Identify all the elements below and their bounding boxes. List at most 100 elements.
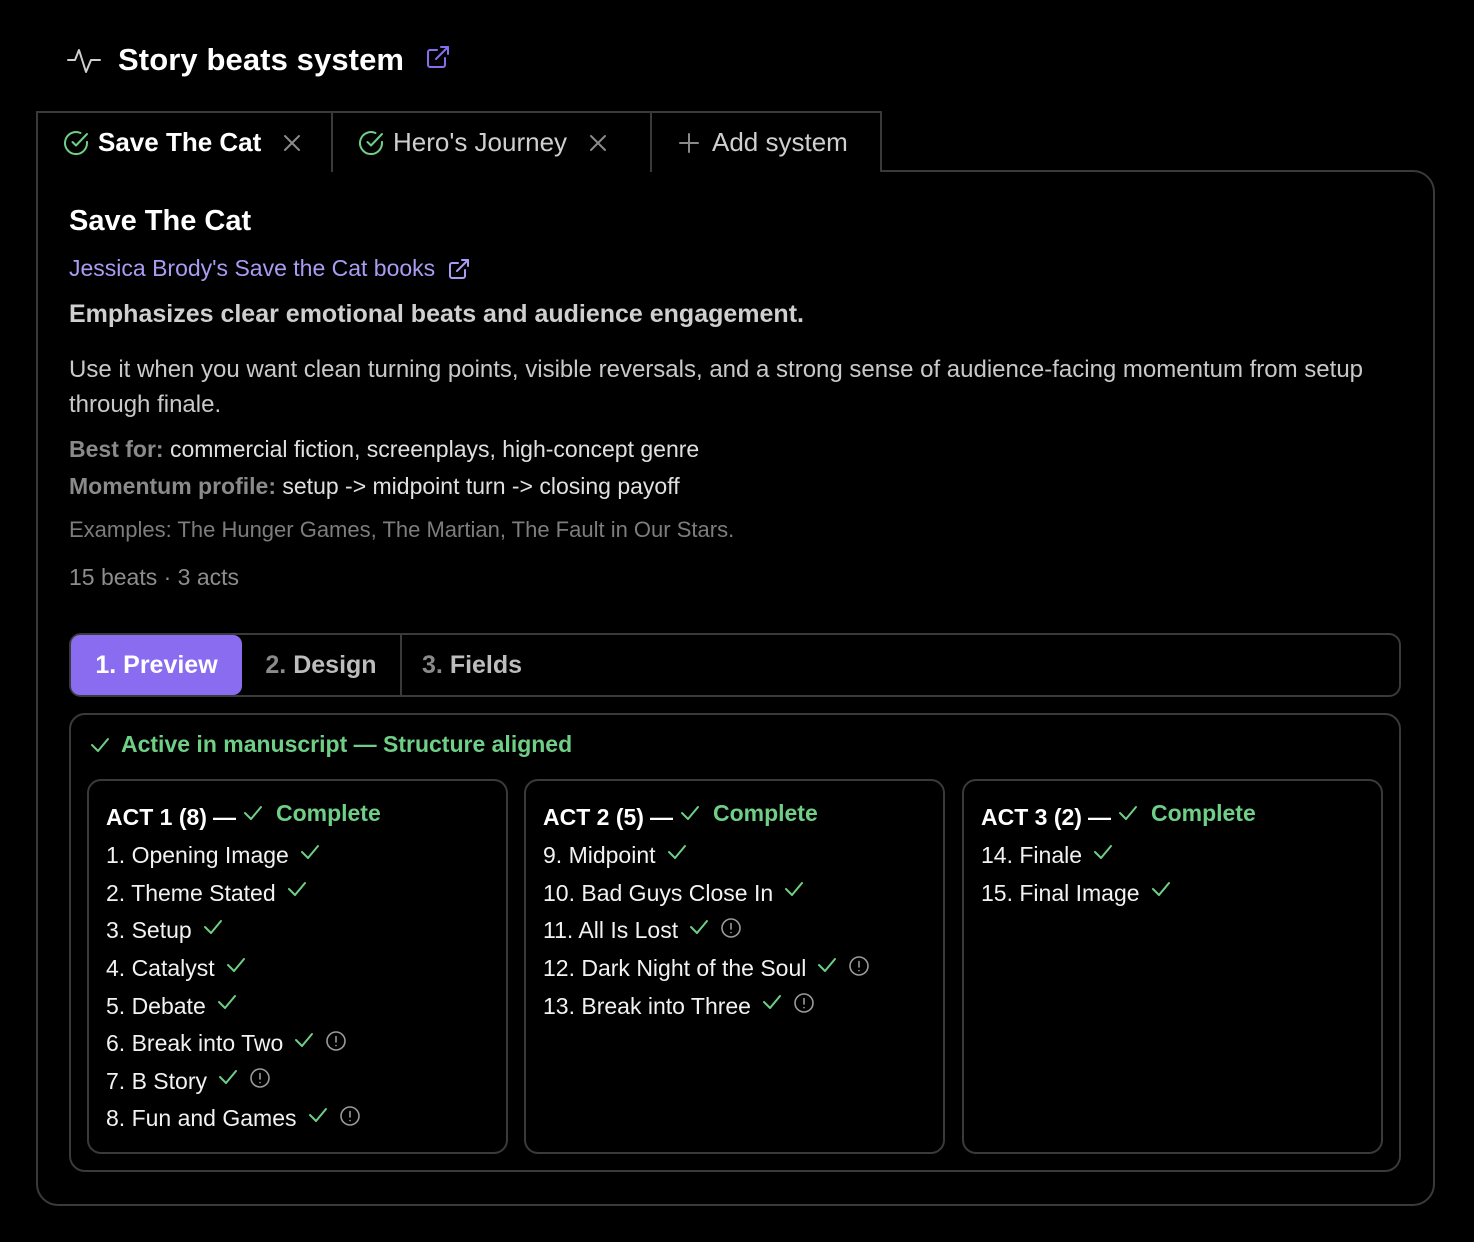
act-header: ACT 1 (8) — Complete xyxy=(106,797,506,837)
story-beats-page: Story beats system Save The Cat Hero's J… xyxy=(0,0,1474,1242)
check-icon xyxy=(818,957,837,972)
check-icon xyxy=(300,844,319,859)
beat-item[interactable]: 5. Debate xyxy=(106,987,506,1025)
beat-counts: 15 beats · 3 acts xyxy=(69,564,240,590)
check-icon xyxy=(243,806,262,820)
act-status-label: Complete xyxy=(275,799,381,826)
check-icon xyxy=(690,919,709,934)
step-number: 1. xyxy=(95,650,117,679)
external-link-icon[interactable] xyxy=(424,43,452,71)
active-tab-joiner xyxy=(38,168,329,174)
source-link-label[interactable]: Jessica Brody's Save the Cat books xyxy=(69,255,435,282)
close-icon[interactable] xyxy=(587,132,609,154)
beat-item[interactable]: 15. Final Image xyxy=(981,875,1381,913)
check-icon xyxy=(308,1107,327,1122)
beat-list: 14. Finale 15. Final Image xyxy=(981,837,1381,912)
check-icon xyxy=(217,995,236,1010)
alert-circle-icon[interactable] xyxy=(793,992,815,1014)
beat-label: 14. Finale xyxy=(981,842,1083,869)
beat-item[interactable]: 1. Opening Image xyxy=(106,837,506,875)
beat-item[interactable]: 14. Finale xyxy=(981,837,1381,875)
tab-label: Save The Cat xyxy=(98,127,262,157)
add-system-label: Add system xyxy=(712,127,848,157)
alert-circle-icon[interactable] xyxy=(325,1030,347,1052)
step-number: 3. xyxy=(422,650,443,679)
act-card: ACT 2 (5) — Complete 9. Midpoint 10. Bad Guy… xyxy=(524,779,945,1154)
beat-list: 9. Midpoint 10. Bad Guys Close In 11. All … xyxy=(543,837,943,1025)
check-icon xyxy=(1118,806,1137,820)
beat-label: 7. B Story xyxy=(106,1067,207,1094)
momentum-line: Momentum profile: setup -> midpoint turn… xyxy=(69,473,680,500)
system-description: Use it when you want clean turning point… xyxy=(69,356,1364,418)
beat-label: 11. All Is Lost xyxy=(543,917,679,944)
check-icon xyxy=(1094,844,1113,859)
step-tabs: 1. Preview 2. Design 3. Fields xyxy=(69,633,1401,697)
tab-design[interactable]: 2. Design xyxy=(242,635,402,695)
beat-item[interactable]: 10. Bad Guys Close In xyxy=(543,875,943,913)
beat-item[interactable]: 3. Setup xyxy=(106,912,506,950)
source-link[interactable]: Jessica Brody's Save the Cat books xyxy=(69,255,471,282)
close-icon[interactable] xyxy=(281,132,303,154)
best-for-line: Best for: commercial fiction, screenplay… xyxy=(69,436,699,463)
beat-item[interactable]: 13. Break into Three xyxy=(543,987,943,1025)
momentum-value: setup -> midpoint turn -> closing payoff xyxy=(282,473,680,499)
beat-item[interactable]: 7. B Story xyxy=(106,1063,506,1101)
alert-circle-icon[interactable] xyxy=(249,1067,271,1089)
check-icon xyxy=(218,1070,237,1085)
pulse-icon xyxy=(67,49,101,73)
step-label: Design xyxy=(293,650,377,679)
beat-label: 4. Catalyst xyxy=(106,955,215,982)
best-for-label: Best for: xyxy=(69,436,164,462)
status-text: Active in manuscript — Structure aligned xyxy=(121,731,573,757)
check-icon xyxy=(1151,882,1170,897)
step-number: 2. xyxy=(265,650,287,679)
act-title: ACT 2 (5) xyxy=(543,803,644,830)
beat-label: 2. Theme Stated xyxy=(106,879,276,906)
beat-item[interactable]: 4. Catalyst xyxy=(106,950,506,988)
page-header: Story beats system xyxy=(66,38,452,82)
beat-item[interactable]: 8. Fun and Games xyxy=(106,1100,506,1138)
tab-heros-journey[interactable]: Hero's Journey xyxy=(331,111,652,172)
beat-label: 5. Debate xyxy=(106,992,206,1019)
check-icon xyxy=(667,844,686,859)
add-system-button[interactable]: Add system xyxy=(650,111,882,172)
alert-circle-icon[interactable] xyxy=(339,1105,361,1127)
check-icon xyxy=(91,737,109,752)
beat-item[interactable]: 12. Dark Night of the Soul xyxy=(543,950,943,988)
manuscript-status: Active in manuscript — Structure aligned xyxy=(89,731,572,758)
act-card: ACT 3 (2) — Complete 14. Finale 15. Final Im… xyxy=(962,779,1383,1154)
act-header: ACT 3 (2) — Complete xyxy=(981,797,1381,837)
act-title: ACT 3 (2) xyxy=(981,803,1082,830)
alert-circle-icon[interactable] xyxy=(848,955,870,977)
tab-label: Hero's Journey xyxy=(393,127,568,157)
check-icon xyxy=(295,1032,314,1047)
act-title: ACT 1 (8) xyxy=(106,803,207,830)
act-dash: — xyxy=(649,803,673,830)
step-label: Fields xyxy=(449,650,523,679)
act-status-label: Complete xyxy=(712,799,818,826)
examples-text: Examples: The Hunger Games, The Martian,… xyxy=(69,517,735,542)
act-status-label: Complete xyxy=(1150,799,1256,826)
beat-label: 13. Break into Three xyxy=(543,992,751,1019)
external-link-icon xyxy=(449,258,470,279)
plus-icon xyxy=(679,132,699,153)
beat-item[interactable]: 6. Break into Two xyxy=(106,1025,506,1063)
check-circle-icon xyxy=(64,130,89,155)
beat-label: 9. Midpoint xyxy=(543,842,656,869)
tab-preview[interactable]: 1. Preview xyxy=(71,635,242,695)
check-icon xyxy=(287,882,306,897)
act-status: Complete xyxy=(242,800,381,827)
beat-item[interactable]: 2. Theme Stated xyxy=(106,875,506,913)
beat-item[interactable]: 11. All Is Lost xyxy=(543,912,943,950)
beat-item[interactable]: 9. Midpoint xyxy=(543,837,943,875)
tab-fields[interactable]: 3. Fields xyxy=(402,635,522,695)
best-for-value: commercial fiction, screenplays, high-co… xyxy=(169,436,700,462)
momentum-label: Momentum profile: xyxy=(69,473,276,499)
check-icon xyxy=(785,882,804,897)
act-status: Complete xyxy=(1117,800,1256,827)
act-header: ACT 2 (5) — Complete xyxy=(543,797,943,837)
act-card: ACT 1 (8) — Complete 1. Opening Image 2. The… xyxy=(87,779,508,1154)
alert-circle-icon[interactable] xyxy=(720,917,742,939)
act-status: Complete xyxy=(679,800,818,827)
tab-save-the-cat[interactable]: Save The Cat xyxy=(36,111,333,172)
